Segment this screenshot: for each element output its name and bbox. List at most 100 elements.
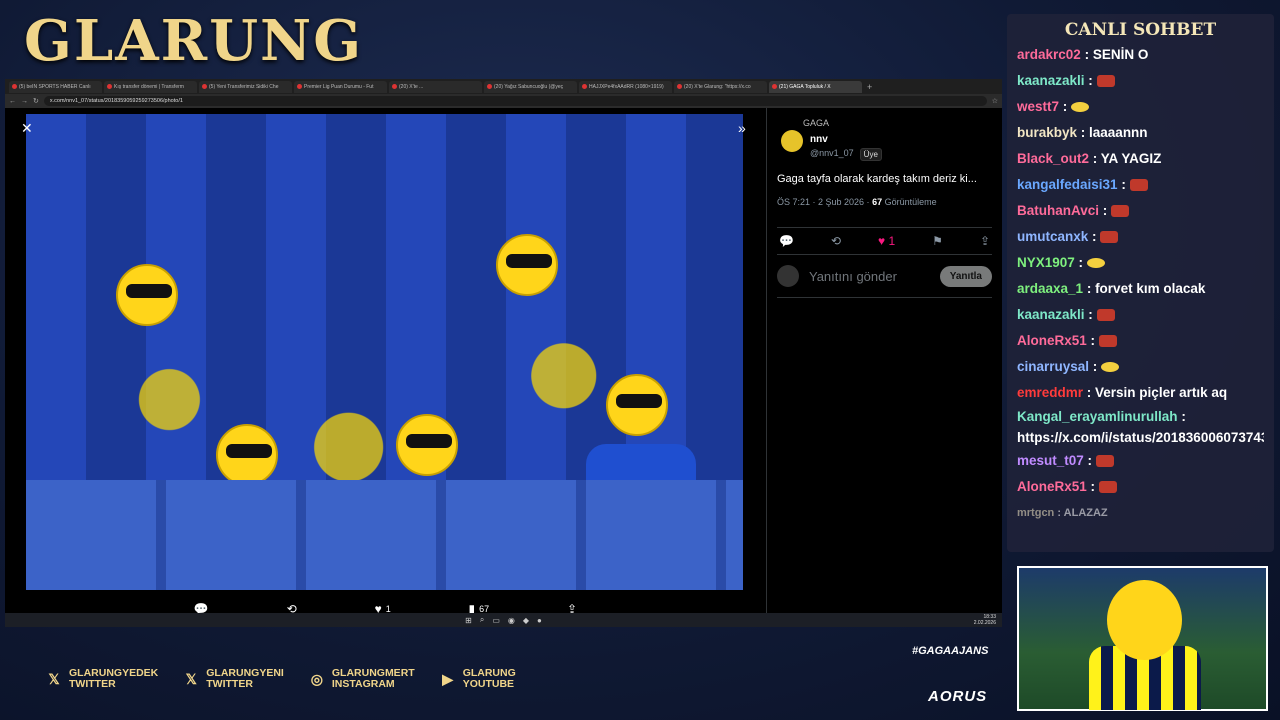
chat-message: cinarruysal : (1017, 354, 1264, 380)
duck-figure (216, 424, 278, 486)
hashtag: #GAGAAJANS (912, 645, 989, 657)
browser-tab[interactable]: (20) Yağız Sabuncuoğlu (@yeç (484, 80, 577, 93)
chat-message: ardaaxa_1 : forvet kım olacak (1017, 276, 1264, 302)
chat-username[interactable]: cinarruysal (1017, 359, 1089, 374)
chat-username[interactable]: emreddmr (1017, 385, 1083, 400)
reply-icon[interactable]: 💬 (779, 234, 794, 248)
system-tray-clock[interactable]: 18:33 2.02.2026 (974, 614, 996, 626)
heart-icon: ♥ (878, 234, 886, 248)
expand-icon[interactable]: » (738, 120, 746, 136)
chat-separator: : (1177, 409, 1186, 424)
bookmark-icon[interactable]: ⚑ (932, 234, 943, 248)
browser-tab[interactable]: Kış transfer dönemi | Transferm (104, 80, 197, 93)
tab-favicon-icon (392, 84, 397, 89)
photo-pane: ✕ » 💬 ⟲ ♥ 1 ▮ 67 ⇪ (5, 108, 766, 627)
close-icon[interactable]: ✕ (21, 120, 33, 137)
chat-separator: : (1099, 203, 1112, 218)
author-name[interactable]: nnv (810, 134, 992, 145)
like-button[interactable]: ♥ 1 (878, 234, 895, 248)
duck-figure (606, 374, 668, 436)
tab-favicon-icon (297, 84, 302, 89)
chat-separator: : (1083, 453, 1096, 468)
browser-tab[interactable]: (5) beIN SPORTS HABER Canlı (9, 80, 102, 93)
chat-separator: : (1117, 177, 1130, 192)
author-handle[interactable]: @nnv1_07 (810, 148, 854, 161)
app-icon[interactable]: ◆ (523, 616, 529, 625)
search-icon[interactable]: ⌕ (480, 615, 484, 625)
tab-favicon-icon (772, 84, 777, 89)
tab-label: Premier Lig Puan Durumu - Fut (304, 83, 374, 90)
chat-separator: : (1084, 307, 1097, 322)
chat-username[interactable]: ardakrc02 (1017, 47, 1081, 62)
chat-panel: CANLI SOHBET ardakrc02 : SENİN O kaanazak… (1007, 14, 1274, 552)
tab-favicon-icon (202, 84, 207, 89)
retweet-icon[interactable]: ⟲ (831, 234, 841, 248)
browser-tab[interactable]: HAJJXPe4fxAAdRR (1080×1919) (579, 80, 672, 93)
browser-tab-active[interactable]: (21) GAGA Topluluk / X (769, 80, 862, 93)
stadium-seats (26, 480, 743, 590)
app-icon[interactable]: ● (537, 616, 542, 625)
chat-username[interactable]: umutcanxk (1017, 229, 1088, 244)
social-links: 𝕏 GLARUNGYEDEK TWITTER 𝕏 GLARUNGYENI TWITTER ◎… (45, 668, 515, 690)
tweet-views: 67 (872, 197, 883, 207)
file-explorer-icon[interactable]: ▭ (492, 616, 500, 625)
emote-icon (1096, 309, 1115, 322)
chat-separator: : (1083, 385, 1096, 400)
reply-input[interactable]: Yanıtını gönder (809, 269, 930, 284)
chat-username[interactable]: AloneRx51 (1017, 479, 1087, 494)
chat-username[interactable]: kaanazakli (1017, 307, 1085, 322)
emote-icon (1096, 75, 1115, 88)
social-text: GLARUNGYEDEK TWITTER (69, 668, 158, 690)
duck-figure (396, 414, 458, 476)
chat-message: ardakrc02 : SENİN O (1017, 42, 1264, 68)
community-label[interactable]: GAGA (803, 118, 992, 128)
browser-tab[interactable]: (5) Yeni Transferimiz Sidiki Che (199, 80, 292, 93)
tab-favicon-icon (12, 84, 17, 89)
reply-button[interactable]: Yanıtla (939, 265, 992, 287)
chat-username[interactable]: BatuhanAvci (1017, 203, 1099, 218)
avatar (777, 265, 799, 287)
chat-title: CANLI SOHBET (1064, 20, 1217, 40)
chat-username[interactable]: kaanazakli (1017, 73, 1085, 88)
chat-text: ALAZAZ (1063, 507, 1108, 519)
chat-username[interactable]: mesut_t07 (1017, 453, 1084, 468)
social-platform: INSTAGRAM (331, 678, 395, 690)
url-field[interactable]: x.com/nnv1_07/status/2018359059259273506… (43, 96, 987, 106)
chat-message: kaanazakli : (1017, 302, 1264, 328)
chat-message: emreddmr : Versin piçler artık aq (1017, 380, 1264, 406)
chat-username[interactable]: Kangal_erayamlinurullah (1017, 409, 1178, 424)
sponsor-logo: AORUS (928, 688, 988, 705)
windows-start-icon[interactable]: ⊞ (465, 616, 472, 625)
chat-username[interactable]: NYX1907 (1017, 255, 1075, 270)
tab-label: (20) X'te Glarung: "https://x.co (684, 83, 751, 90)
tweet-text: Gaga tayfa olarak kardeş takım deriz ki.… (777, 173, 977, 185)
forward-icon[interactable]: → (21, 98, 28, 105)
member-badge: Üye (859, 148, 882, 161)
browser-tab[interactable]: (20) X'te ... (389, 80, 482, 93)
bookmark-star-icon[interactable]: ☆ (992, 97, 998, 105)
browser-tab[interactable]: (20) X'te Glarung: "https://x.co (674, 80, 767, 93)
chat-username[interactable]: Black_out2 (1017, 151, 1089, 166)
share-icon[interactable]: ⇪ (980, 234, 990, 248)
tab-label: (20) X'te ... (399, 83, 424, 90)
chat-username[interactable]: AloneRx51 (1017, 333, 1087, 348)
chat-username[interactable]: burakbyk (1017, 125, 1077, 140)
tab-label: (5) beIN SPORTS HABER Canlı (19, 83, 91, 90)
reply-box: Yanıtını gönder Yanıtla (777, 255, 992, 298)
chat-username[interactable]: westt7 (1017, 99, 1059, 114)
browser-icon[interactable]: ◉ (508, 616, 515, 625)
tweet-meta: ÖS 7:21 · 2 Şub 2026 · 67 Görüntüleme (777, 197, 992, 207)
chat-username[interactable]: kangalfedaisi31 (1017, 177, 1118, 192)
tweet-photo[interactable] (26, 114, 743, 590)
chat-username[interactable]: ardaaxa_1 (1017, 281, 1083, 296)
avatar[interactable] (781, 130, 803, 152)
chat-username[interactable]: mrtgcn (1017, 507, 1054, 519)
reload-icon[interactable]: ↻ (33, 97, 39, 105)
new-tab-icon[interactable]: + (867, 82, 872, 92)
browser-tab[interactable]: Premier Lig Puan Durumu - Fut (294, 80, 387, 93)
chat-message: Black_out2 : YA YAGIZ (1017, 146, 1264, 172)
back-icon[interactable]: ← (9, 98, 16, 105)
social-link: 𝕏 GLARUNGYENI TWITTER (182, 668, 284, 690)
social-platform: YOUTUBE (462, 678, 515, 690)
tweet-time[interactable]: ÖS 7:21 · 2 Şub 2026 · (777, 197, 870, 207)
